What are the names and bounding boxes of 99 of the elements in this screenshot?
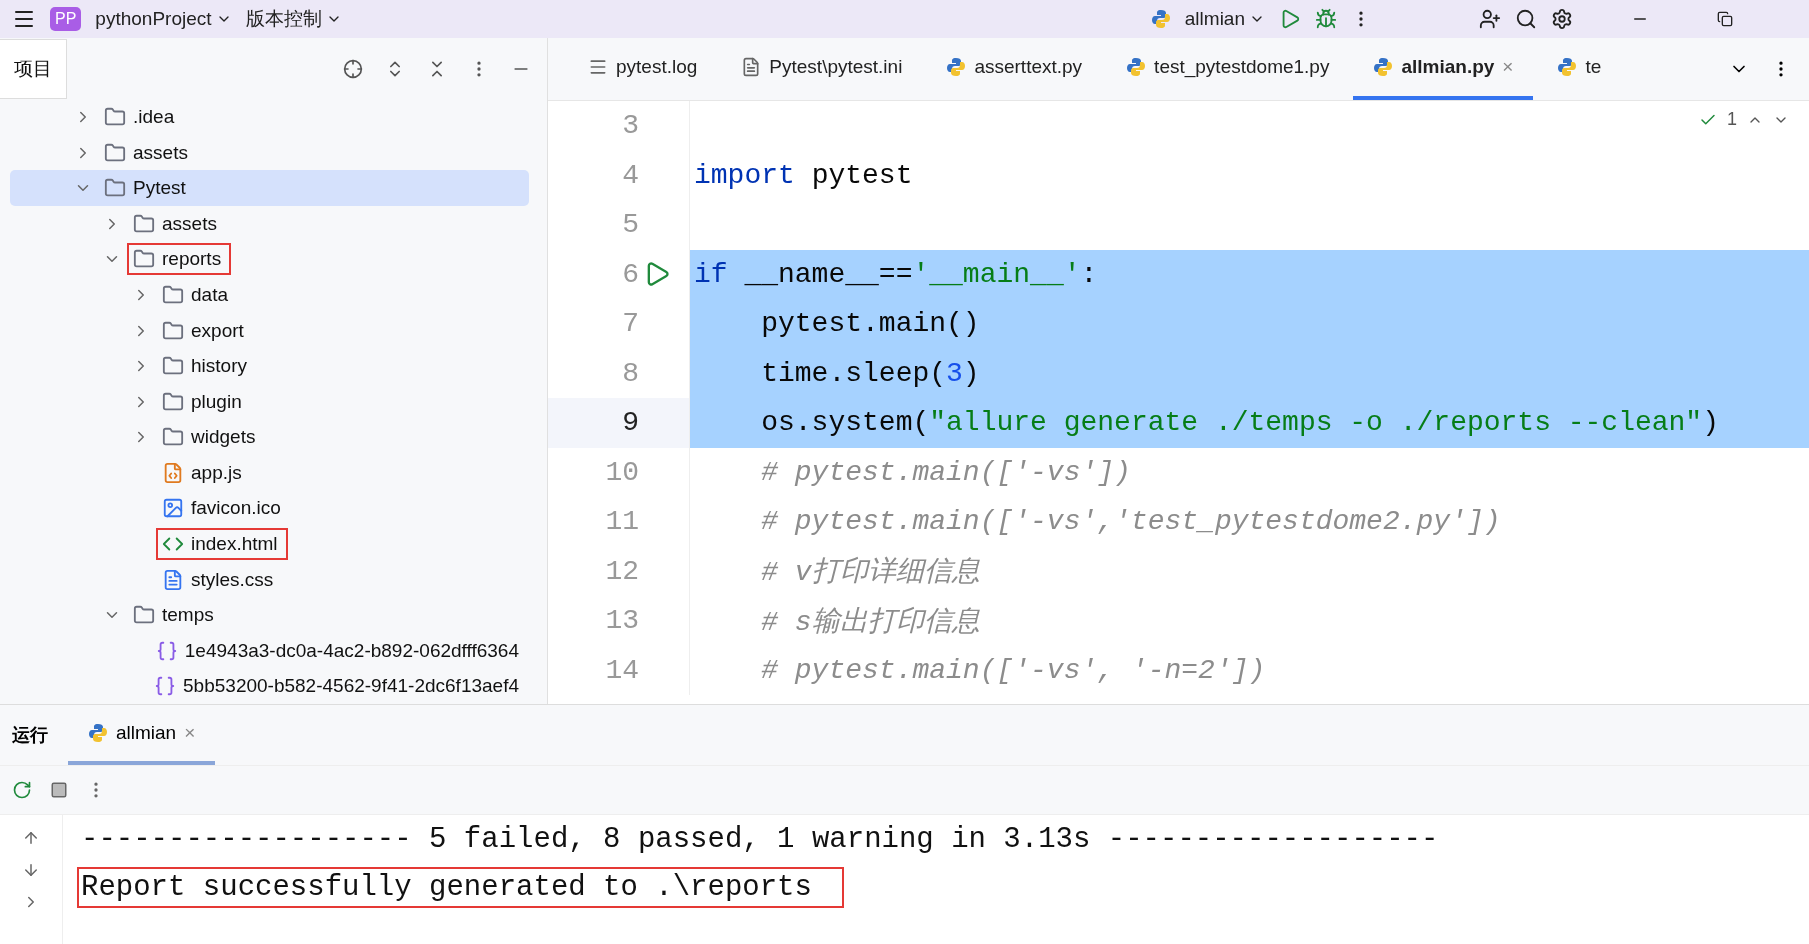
image-file-icon [162,497,184,520]
run-config-menu[interactable]: allmian [1184,8,1265,30]
file-name: reports [127,243,232,276]
tree-row[interactable]: data [10,277,529,313]
line-number: 5 [621,209,639,241]
project-menu[interactable]: pythonProject [95,8,232,30]
folder-icon [162,319,184,342]
editor-tab[interactable]: pytest.log [568,38,718,100]
line-number: 7 [621,308,639,340]
scroll-down-icon[interactable] [22,861,40,879]
settings-icon[interactable] [1551,8,1573,30]
tree-row[interactable]: reports [10,241,529,278]
tree-row[interactable]: export [10,312,529,349]
editor-tab[interactable]: test_pytestdome1.py [1106,38,1350,100]
file-name: assets [127,207,227,240]
tree-row[interactable]: plugin [10,383,529,420]
tree-row[interactable]: Pytest [10,170,529,206]
json-file-icon [155,639,178,662]
file-name: index.html [156,528,288,560]
vcs-menu[interactable]: 版本控制 [245,6,342,32]
tree-row[interactable]: styles.css [10,561,529,598]
add-user-icon[interactable] [1479,8,1501,30]
file-name: assets [98,136,198,169]
css-file-icon [162,568,184,591]
console-output: Report successfully generated to .\reports [77,866,844,908]
editor-tab[interactable]: Pytest\pytest.ini [721,38,923,100]
tree-row[interactable]: history [10,348,529,384]
file-name: styles.css [156,563,284,596]
file-name: history [156,350,257,383]
code-line: # pytest.main(['-vs', '-n=2']) [760,654,1266,686]
tree-row[interactable]: widgets [10,419,529,456]
file-name: 5bb53200-b582-4562-9f41-2dc6f13aef4 [148,670,529,703]
file-name: app.js [156,456,252,489]
code-line: # pytest.main(['-vs']) [760,456,1131,488]
rerun-icon[interactable] [12,780,32,800]
file-name: 1e4943a3-dc0a-4ac2-b892-062dfff6364 [149,634,529,667]
code-line: # v打印详细信息 [760,555,980,591]
line-number: 10 [604,456,639,488]
tree-row[interactable]: favicon.ico [10,490,529,527]
debug-icon[interactable] [1315,8,1337,30]
project-tab[interactable]: 项目 [0,38,67,99]
tree-row[interactable]: app.js [10,455,529,491]
stop-icon[interactable] [50,781,68,799]
line-number: 3 [621,110,639,142]
folder-icon [162,283,184,306]
tree-row[interactable]: index.html [10,526,529,562]
file-name: data [156,278,238,311]
code-line: import pytest [694,159,913,191]
line-number: 9 [621,407,639,439]
file-name: temps [127,599,224,632]
python-icon [88,723,108,743]
tree-row[interactable]: 1e4943a3-dc0a-4ac2-b892-062dfff6364 [10,632,529,669]
file-name: Pytest [98,172,196,205]
line-number: 14 [604,654,639,686]
python-icon [1126,57,1147,77]
tree-row[interactable]: temps [10,597,529,633]
file-name: export [156,314,254,347]
code-line: time.sleep(3) [760,357,980,389]
js-file-icon [162,461,184,484]
code-line: os.system("allure generate ./temps -o ./reports --clean") [760,407,1719,439]
line-number: 12 [604,555,639,587]
search-icon[interactable] [1515,8,1537,30]
json-file-icon [154,675,177,698]
python-icon [1557,57,1578,77]
line-number: 4 [621,159,639,191]
scroll-up-icon[interactable] [22,829,40,847]
tree-row[interactable]: assets [10,134,529,171]
run-panel-title: 运行 [12,724,48,747]
log-file-icon [588,57,608,77]
locate-icon[interactable] [343,58,363,79]
code-line: # pytest.main(['-vs','test_pytestdome2.py']) [760,506,1501,538]
file-name: widgets [156,421,266,454]
tree-row[interactable]: .idea [10,99,529,135]
line-number: 13 [604,605,639,637]
python-icon [946,57,967,77]
python-icon [1373,57,1394,77]
python-icon [1150,9,1171,29]
console-output: ------------------- 5 failed, 8 passed, 1 warning in 3.13s ------------------- [80,821,1440,858]
file-name: favicon.ico [156,492,291,525]
file-name: .idea [98,101,185,134]
folder-icon [104,141,126,164]
restore-icon[interactable] [1717,11,1733,27]
editor-tab[interactable]: asserttext.py [926,38,1103,100]
inspection-count: 1 [1727,109,1737,130]
editor-tab[interactable]: allmian.py × [1353,38,1534,100]
line-number: 8 [621,357,639,389]
tree-row[interactable]: 5bb53200-b582-4562-9f41-2dc6f13aef4 [10,668,529,705]
line-number: 11 [604,506,639,538]
code-line: pytest.main() [760,308,980,340]
project-badge: PP [50,7,82,31]
line-number: 6 [621,258,639,290]
folder-icon [133,212,155,235]
config-file-icon [741,57,762,77]
editor-tab[interactable]: te [1537,38,1622,100]
code-line: # s输出打印信息 [760,605,980,640]
code-line: if __name__=='__main__': [694,258,1098,290]
folder-icon [162,390,184,413]
tree-row[interactable]: assets [10,206,529,242]
file-name: plugin [156,385,252,418]
